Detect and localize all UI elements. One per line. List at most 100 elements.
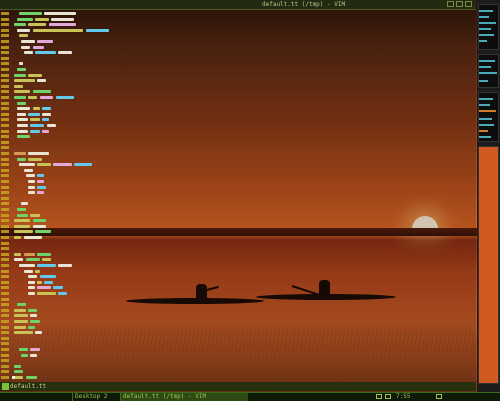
code-token — [37, 180, 45, 183]
line-number — [1, 252, 9, 256]
code-token — [32, 28, 84, 32]
code-token — [28, 191, 35, 195]
code-token — [28, 23, 47, 27]
code-token — [14, 73, 26, 77]
line-number — [1, 230, 9, 234]
window-title-bar[interactable]: default.tt (/tmp) - VIM — [0, 0, 476, 10]
code-token — [16, 118, 29, 122]
code-token — [28, 275, 38, 279]
line-number — [1, 224, 9, 228]
line-number — [1, 208, 9, 211]
line-number — [1, 129, 9, 133]
network-icon[interactable] — [376, 394, 382, 399]
code-token — [18, 264, 35, 267]
code-token — [14, 90, 31, 94]
monitor-meter — [479, 98, 493, 100]
code-token — [16, 157, 26, 161]
code-token — [37, 174, 45, 178]
line-number — [1, 348, 9, 351]
code-token — [37, 79, 47, 83]
line-number — [1, 275, 9, 279]
code-token — [37, 252, 52, 256]
minimize-icon[interactable] — [447, 1, 454, 7]
line-number — [1, 174, 9, 178]
code-token — [32, 224, 47, 228]
monitor-meter — [479, 110, 496, 112]
line-number — [1, 34, 9, 38]
line-number — [1, 12, 9, 15]
window-title: default.tt (/tmp) - VIM — [262, 1, 346, 8]
monitor-meter — [479, 130, 488, 132]
code-token — [37, 185, 47, 189]
code-token — [14, 230, 33, 234]
code-token — [28, 185, 35, 189]
line-number — [1, 51, 9, 55]
code-token — [30, 118, 40, 122]
code-token — [14, 320, 29, 323]
code-token — [14, 224, 31, 228]
line-number — [1, 247, 9, 251]
line-number — [1, 353, 9, 357]
code-token — [41, 129, 49, 133]
line-number — [1, 45, 9, 49]
code-token — [14, 325, 26, 329]
code-token — [14, 23, 26, 27]
vim-window[interactable]: default.tt (/tmp) - VIM default.tt — [0, 0, 476, 392]
code-token — [21, 40, 35, 43]
line-number — [1, 73, 9, 77]
line-number — [1, 90, 9, 94]
line-number — [1, 101, 9, 105]
line-number — [1, 62, 9, 66]
maximize-icon[interactable] — [456, 1, 463, 7]
line-number — [1, 292, 9, 295]
monitor-meter — [479, 118, 492, 120]
line-number — [1, 84, 9, 88]
code-token — [58, 264, 72, 267]
code-token — [30, 213, 40, 217]
code-token — [14, 252, 22, 256]
code-token — [14, 79, 35, 83]
monitor-meter — [479, 104, 490, 106]
code-token — [30, 314, 38, 318]
code-token — [14, 370, 24, 374]
code-token — [28, 73, 42, 77]
code-token — [58, 51, 72, 55]
code-token — [16, 208, 26, 211]
line-number — [1, 40, 9, 43]
code-token — [21, 45, 31, 49]
code-token — [23, 51, 33, 55]
line-number — [1, 359, 9, 363]
code-buffer[interactable] — [0, 10, 476, 382]
code-token — [16, 68, 26, 71]
line-number — [1, 219, 9, 223]
line-number — [1, 118, 9, 122]
code-token — [14, 314, 29, 318]
code-token — [35, 269, 40, 273]
line-number — [1, 157, 9, 161]
code-token — [23, 269, 33, 273]
line-number — [1, 79, 9, 83]
code-token — [28, 157, 42, 161]
line-number — [1, 258, 9, 262]
line-number — [1, 202, 9, 206]
code-token — [23, 236, 42, 239]
monitor-meter — [479, 16, 489, 18]
code-token — [28, 325, 35, 329]
line-number — [1, 146, 9, 150]
line-number — [1, 185, 9, 189]
code-token — [16, 135, 31, 139]
code-token — [48, 23, 77, 27]
line-number — [1, 112, 9, 116]
code-token — [25, 376, 38, 379]
code-token — [23, 252, 35, 256]
close-icon[interactable] — [465, 1, 472, 7]
battery-icon[interactable] — [436, 394, 442, 399]
code-token — [16, 17, 33, 21]
code-token — [16, 101, 26, 105]
volume-icon[interactable] — [385, 394, 391, 399]
code-token — [37, 286, 52, 290]
line-number — [1, 264, 9, 267]
line-number — [1, 364, 9, 368]
code-token — [14, 84, 24, 88]
code-token — [14, 258, 24, 262]
